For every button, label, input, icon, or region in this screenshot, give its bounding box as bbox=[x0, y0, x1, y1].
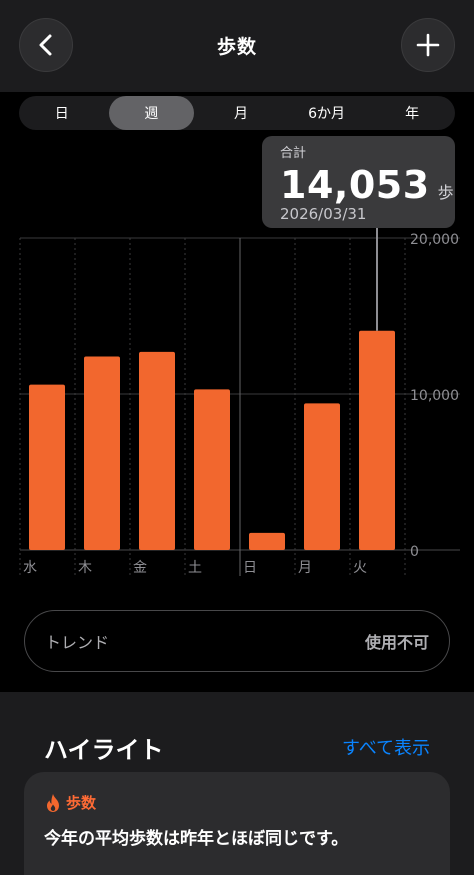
chart-bar[interactable] bbox=[29, 384, 65, 550]
chart-bar[interactable] bbox=[194, 389, 230, 550]
y-tick-label: 10,000 bbox=[410, 388, 459, 404]
highlight-category: 歩数 bbox=[66, 794, 97, 812]
tab-6-months[interactable]: 6か月 bbox=[284, 96, 370, 130]
highlights-title: ハイライト bbox=[44, 736, 164, 764]
x-tick-label: 木 bbox=[78, 560, 92, 576]
time-range-segmented-control: 日 週 月 6か月 年 bbox=[19, 96, 455, 130]
tab-week[interactable]: 週 bbox=[108, 96, 195, 130]
x-tick-label: 月 bbox=[298, 560, 312, 576]
x-tick-label: 火 bbox=[353, 560, 367, 576]
add-button[interactable] bbox=[401, 18, 455, 72]
chart-bar[interactable] bbox=[249, 532, 285, 550]
x-tick-label: 水 bbox=[23, 560, 37, 576]
y-tick-label: 0 bbox=[410, 544, 419, 560]
selected-value-tooltip: 合計 14,053 歩 2026/03/31 bbox=[262, 136, 455, 228]
highlights-section: ハイライト すべて表示 歩数 今年の平均歩数は昨年とほぼ同じです。 bbox=[0, 692, 474, 875]
navigation-bar: 歩数 bbox=[0, 0, 474, 92]
tooltip-label: 合計 bbox=[280, 146, 307, 161]
chart-bar[interactable] bbox=[139, 351, 175, 550]
tooltip-date: 2026/03/31 bbox=[280, 205, 367, 223]
tooltip-value: 14,053 bbox=[280, 163, 430, 207]
show-all-link[interactable]: すべて表示 bbox=[342, 734, 430, 760]
chart-bar[interactable] bbox=[84, 356, 120, 550]
x-tick-label: 日 bbox=[243, 560, 257, 576]
plus-icon bbox=[416, 33, 440, 57]
tab-year[interactable]: 年 bbox=[369, 96, 455, 130]
tab-day[interactable]: 日 bbox=[19, 96, 105, 130]
x-tick-label: 土 bbox=[188, 560, 202, 576]
tooltip-unit: 歩 bbox=[437, 183, 454, 202]
tab-month[interactable]: 月 bbox=[198, 96, 284, 130]
chart-bar[interactable] bbox=[359, 330, 395, 550]
trend-row[interactable]: トレンド 使用不可 bbox=[24, 610, 450, 672]
x-tick-label: 金 bbox=[133, 560, 147, 576]
flame-icon bbox=[47, 793, 59, 812]
trend-status: 使用不可 bbox=[364, 633, 429, 652]
highlight-text: 今年の平均歩数は昨年とほぼ同じです。 bbox=[44, 829, 349, 849]
trend-label: トレンド bbox=[45, 633, 110, 652]
highlight-card[interactable]: 歩数 今年の平均歩数は昨年とほぼ同じです。 bbox=[24, 772, 450, 875]
y-tick-label: 20,000 bbox=[410, 232, 459, 248]
chart-bar[interactable] bbox=[304, 403, 340, 550]
